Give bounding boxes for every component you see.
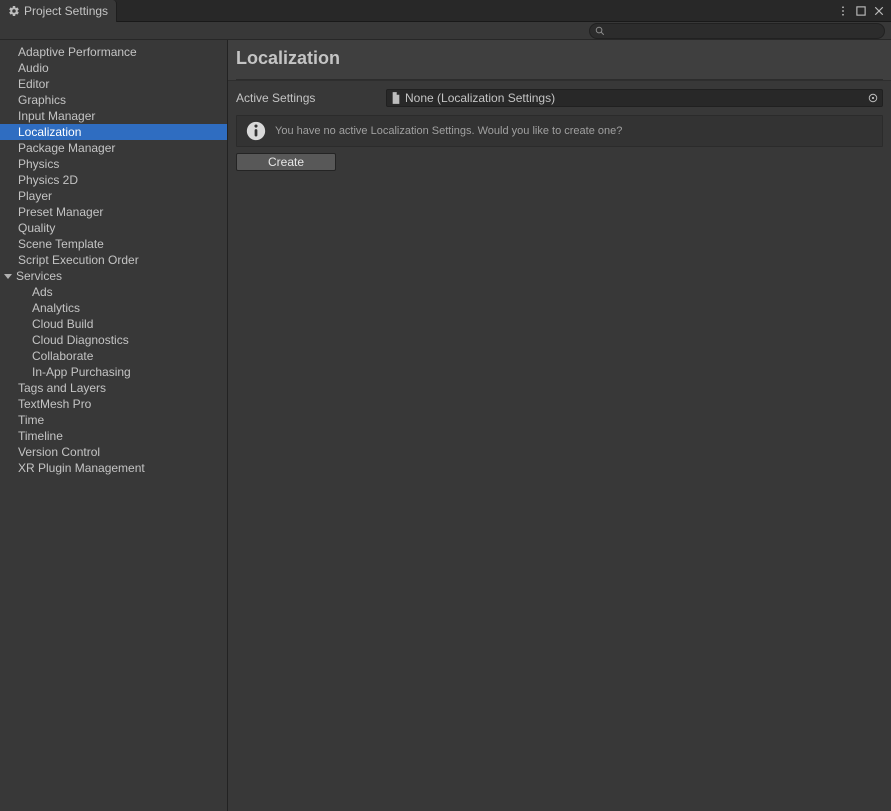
active-settings-field[interactable]: None (Localization Settings) xyxy=(386,89,883,107)
sidebar-item-package-manager[interactable]: Package Manager xyxy=(0,140,227,156)
sidebar-item-in-app-purchasing[interactable]: In-App Purchasing xyxy=(0,364,227,380)
info-box: You have no active Localization Settings… xyxy=(236,115,883,147)
close-icon[interactable] xyxy=(873,5,885,17)
sidebar-item-audio[interactable]: Audio xyxy=(0,60,227,76)
sidebar-item-label: Timeline xyxy=(18,429,63,443)
sidebar-item-label: Physics 2D xyxy=(18,173,78,187)
sidebar-item-label: Services xyxy=(16,269,62,283)
sidebar-item-label: Preset Manager xyxy=(18,205,103,219)
window-tab[interactable]: Project Settings xyxy=(0,0,117,22)
sidebar-item-textmesh-pro[interactable]: TextMesh Pro xyxy=(0,396,227,412)
title-bar: Project Settings xyxy=(0,0,891,22)
create-button-label: Create xyxy=(268,155,304,169)
gear-icon xyxy=(8,5,20,17)
sidebar-item-label: Quality xyxy=(18,221,55,235)
sidebar-item-analytics[interactable]: Analytics xyxy=(0,300,227,316)
sidebar-item-quality[interactable]: Quality xyxy=(0,220,227,236)
sidebar-item-ads[interactable]: Ads xyxy=(0,284,227,300)
sidebar-item-timeline[interactable]: Timeline xyxy=(0,428,227,444)
sidebar-item-xr-plugin-management[interactable]: XR Plugin Management xyxy=(0,460,227,476)
search-input[interactable] xyxy=(589,23,885,39)
sidebar-item-label: Localization xyxy=(18,125,81,139)
sidebar-item-label: TextMesh Pro xyxy=(18,397,91,411)
sidebar-item-scene-template[interactable]: Scene Template xyxy=(0,236,227,252)
search-icon xyxy=(595,26,605,36)
sidebar-item-time[interactable]: Time xyxy=(0,412,227,428)
info-icon xyxy=(245,120,267,142)
sidebar-item-label: Physics xyxy=(18,157,59,171)
search-bar xyxy=(0,22,891,40)
sidebar-item-physics[interactable]: Physics xyxy=(0,156,227,172)
settings-panel: Localization Active Settings None (Local… xyxy=(228,40,891,811)
sidebar-item-label: Tags and Layers xyxy=(18,381,106,395)
file-icon xyxy=(391,92,401,104)
sidebar-item-label: Package Manager xyxy=(18,141,115,155)
window-title: Project Settings xyxy=(24,4,108,18)
sidebar-item-label: In-App Purchasing xyxy=(32,365,131,379)
sidebar-item-label: Audio xyxy=(18,61,49,75)
sidebar-item-editor[interactable]: Editor xyxy=(0,76,227,92)
sidebar-item-label: Time xyxy=(18,413,44,427)
sidebar-item-label: Adaptive Performance xyxy=(18,45,137,59)
settings-sidebar: Adaptive Performance Audio Editor Graphics I… xyxy=(0,40,228,811)
sidebar-item-localization[interactable]: Localization xyxy=(0,124,227,140)
sidebar-item-label: Cloud Build xyxy=(32,317,93,331)
sidebar-item-input-manager[interactable]: Input Manager xyxy=(0,108,227,124)
create-button[interactable]: Create xyxy=(236,153,336,171)
sidebar-item-label: XR Plugin Management xyxy=(18,461,145,475)
maximize-icon[interactable] xyxy=(855,5,867,17)
sidebar-item-preset-manager[interactable]: Preset Manager xyxy=(0,204,227,220)
sidebar-item-graphics[interactable]: Graphics xyxy=(0,92,227,108)
sidebar-item-label: Script Execution Order xyxy=(18,253,139,267)
sidebar-item-label: Graphics xyxy=(18,93,66,107)
sidebar-item-physics-2d[interactable]: Physics 2D xyxy=(0,172,227,188)
sidebar-item-version-control[interactable]: Version Control xyxy=(0,444,227,460)
sidebar-item-label: Editor xyxy=(18,77,49,91)
sidebar-item-label: Scene Template xyxy=(18,237,104,251)
info-text: You have no active Localization Settings… xyxy=(275,125,622,137)
sidebar-item-cloud-build[interactable]: Cloud Build xyxy=(0,316,227,332)
active-settings-label: Active Settings xyxy=(236,91,386,105)
active-settings-value: None (Localization Settings) xyxy=(405,91,555,105)
sidebar-item-label: Input Manager xyxy=(18,109,95,123)
sidebar-item-services[interactable]: Services xyxy=(0,268,227,284)
sidebar-item-label: Player xyxy=(18,189,52,203)
sidebar-item-player[interactable]: Player xyxy=(0,188,227,204)
object-picker-icon[interactable] xyxy=(866,91,880,105)
sidebar-item-script-execution-order[interactable]: Script Execution Order xyxy=(0,252,227,268)
menu-icon[interactable] xyxy=(837,5,849,17)
sidebar-item-label: Cloud Diagnostics xyxy=(32,333,129,347)
panel-title: Localization xyxy=(236,48,883,80)
sidebar-item-tags-and-layers[interactable]: Tags and Layers xyxy=(0,380,227,396)
sidebar-item-label: Version Control xyxy=(18,445,100,459)
sidebar-item-label: Analytics xyxy=(32,301,80,315)
sidebar-item-cloud-diagnostics[interactable]: Cloud Diagnostics xyxy=(0,332,227,348)
sidebar-item-collaborate[interactable]: Collaborate xyxy=(0,348,227,364)
sidebar-item-label: Collaborate xyxy=(32,349,93,363)
sidebar-item-label: Ads xyxy=(32,285,53,299)
chevron-down-icon xyxy=(4,274,12,279)
sidebar-item-adaptive-performance[interactable]: Adaptive Performance xyxy=(0,44,227,60)
